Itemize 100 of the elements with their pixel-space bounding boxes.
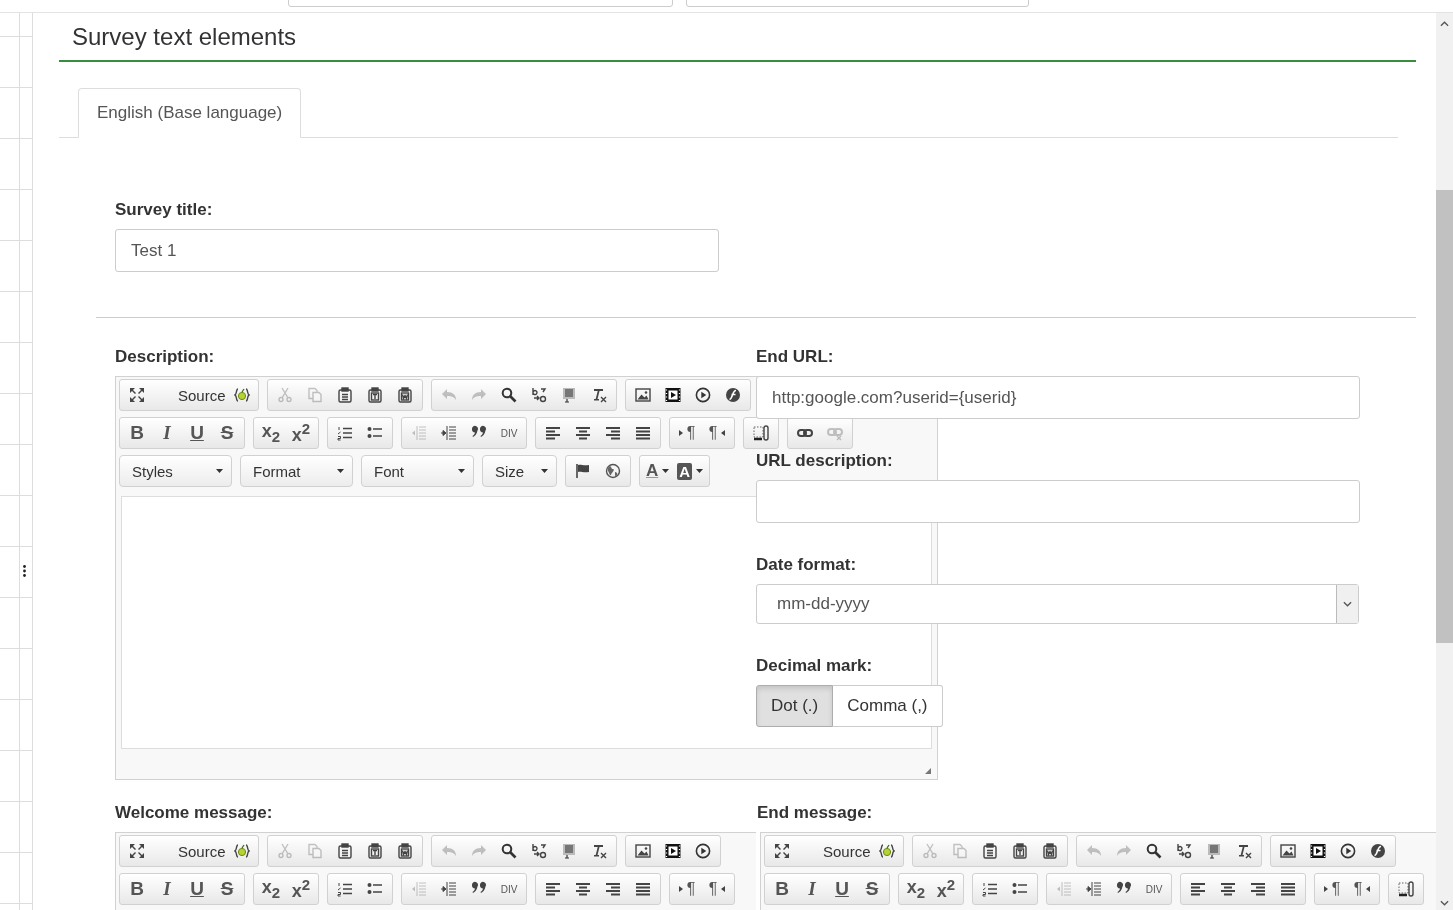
div-button[interactable]: DIV bbox=[1139, 876, 1169, 902]
field-label: End URL: bbox=[756, 347, 835, 367]
subscript-button[interactable]: x$_{2}$ bbox=[256, 420, 286, 446]
justify-icon bbox=[635, 425, 651, 441]
clipboard-icon bbox=[336, 843, 353, 859]
play-icon bbox=[1339, 843, 1356, 859]
flag-icon bbox=[575, 463, 591, 479]
lightning-circle-icon bbox=[724, 387, 741, 403]
bullet-list-icon bbox=[367, 881, 383, 897]
strikethrough-button[interactable]: S bbox=[857, 876, 887, 902]
film-icon bbox=[1309, 843, 1326, 859]
language-tab[interactable]: English (Base language) bbox=[78, 88, 302, 138]
scrollbar-thumb[interactable] bbox=[1436, 190, 1453, 643]
right-to-left-button[interactable]: ¶ bbox=[702, 876, 732, 902]
dropdown-button[interactable]: Font bbox=[361, 455, 474, 487]
align-right-icon bbox=[1250, 881, 1266, 897]
scissors-icon bbox=[921, 843, 938, 859]
caret-icon bbox=[696, 469, 704, 473]
film-icon bbox=[664, 387, 681, 403]
decimal-mark-option[interactable]: Dot (.) bbox=[756, 685, 834, 727]
expand-icon bbox=[774, 843, 790, 859]
right-to-left-button[interactable]: ¶ bbox=[702, 420, 732, 446]
background-color-button[interactable]: A bbox=[673, 458, 708, 484]
survey-title-field[interactable]: Test 1 bbox=[115, 229, 719, 272]
align-right-icon bbox=[605, 881, 621, 897]
scroll-up-icon[interactable] bbox=[1440, 21, 1449, 27]
image-icon bbox=[1279, 843, 1296, 859]
caret-icon bbox=[458, 469, 465, 473]
justify-icon bbox=[1280, 881, 1296, 897]
italic-button[interactable]: I bbox=[797, 876, 827, 902]
triangle-icon bbox=[678, 430, 683, 436]
align-right-icon bbox=[605, 425, 621, 441]
left-to-right-button[interactable]: ¶ bbox=[672, 420, 702, 446]
indent-icon bbox=[441, 425, 457, 441]
end-url-field[interactable]: http:google.com?userid={userid} bbox=[756, 376, 1360, 419]
superscript-button[interactable]: x$^{2}$ bbox=[931, 876, 961, 902]
resize-grip-icon[interactable] bbox=[925, 768, 931, 774]
strikethrough-button[interactable]: S bbox=[212, 420, 242, 446]
clipboard-icon bbox=[366, 387, 383, 403]
subscript-button[interactable]: x$_{2}$ bbox=[256, 876, 286, 902]
numbered-list-icon bbox=[337, 881, 353, 897]
div-button[interactable]: DIV bbox=[494, 876, 524, 902]
url-description-field[interactable] bbox=[756, 480, 1360, 523]
expand-icon bbox=[129, 843, 145, 859]
bold-button[interactable]: B bbox=[122, 876, 152, 902]
underline-button[interactable]: U bbox=[182, 420, 212, 446]
scissors-icon bbox=[276, 843, 293, 859]
underline-button[interactable]: U bbox=[827, 876, 857, 902]
field-label: URL description: bbox=[756, 451, 894, 471]
dropdown-button[interactable]: Styles bbox=[119, 455, 232, 487]
text-color-button[interactable]: A bbox=[642, 458, 674, 484]
right-to-left-button[interactable]: ¶ bbox=[1347, 876, 1377, 902]
lightning-circle-icon bbox=[1369, 843, 1386, 859]
superscript-button[interactable]: x$^{2}$ bbox=[286, 420, 316, 446]
clipboard-icon bbox=[1011, 843, 1028, 859]
clipboard-icon bbox=[396, 387, 413, 403]
caret-icon bbox=[662, 469, 670, 473]
play-icon bbox=[694, 843, 711, 859]
div-button[interactable]: DIV bbox=[494, 420, 524, 446]
bold-button[interactable]: B bbox=[767, 876, 797, 902]
clipboard-icon bbox=[336, 387, 353, 403]
field-label: Survey title: bbox=[115, 200, 214, 220]
clipboard-icon bbox=[981, 843, 998, 859]
globe-icon bbox=[605, 463, 621, 479]
source-button[interactable]: Source bbox=[152, 382, 256, 408]
clipboard-icon bbox=[1041, 843, 1058, 859]
strikethrough-button[interactable]: S bbox=[212, 876, 242, 902]
braces-icon bbox=[233, 387, 250, 403]
swap-arrows-icon bbox=[530, 843, 547, 859]
show-blocks-icon bbox=[753, 425, 769, 441]
source-button[interactable]: Source bbox=[797, 838, 901, 864]
clipboard-icon bbox=[366, 843, 383, 859]
expand-icon bbox=[129, 387, 145, 403]
search-icon bbox=[500, 387, 517, 403]
drag-handle-icon[interactable] bbox=[23, 565, 26, 577]
dropdown-button[interactable]: Size bbox=[482, 455, 557, 487]
search-icon bbox=[500, 843, 517, 859]
italic-button[interactable]: I bbox=[152, 420, 182, 446]
image-icon bbox=[634, 387, 651, 403]
triangle-icon bbox=[721, 430, 726, 436]
subscript-button[interactable]: x$_{2}$ bbox=[901, 876, 931, 902]
left-to-right-button[interactable]: ¶ bbox=[1317, 876, 1347, 902]
left-to-right-button[interactable]: ¶ bbox=[672, 876, 702, 902]
section-title: Survey text elements bbox=[59, 23, 1416, 62]
bullet-list-icon bbox=[367, 425, 383, 441]
copy-icon bbox=[306, 387, 323, 403]
underline-button[interactable]: U bbox=[182, 876, 212, 902]
source-button[interactable]: Source bbox=[152, 838, 256, 864]
field-label: End message: bbox=[757, 803, 874, 823]
superscript-button[interactable]: x$^{2}$ bbox=[286, 876, 316, 902]
scissors-icon bbox=[276, 387, 293, 403]
scrollbar[interactable] bbox=[1436, 13, 1453, 910]
italic-button[interactable]: I bbox=[152, 876, 182, 902]
date-format-select[interactable]: mm-dd-yyyy bbox=[756, 584, 1359, 624]
scroll-down-icon[interactable] bbox=[1440, 900, 1449, 906]
dropdown-button[interactable]: Format bbox=[240, 455, 353, 487]
chevron-down-icon bbox=[1343, 601, 1352, 607]
decimal-mark-option[interactable]: Comma (,) bbox=[833, 685, 943, 727]
bold-button[interactable]: B bbox=[122, 420, 152, 446]
copy-icon bbox=[951, 843, 968, 859]
